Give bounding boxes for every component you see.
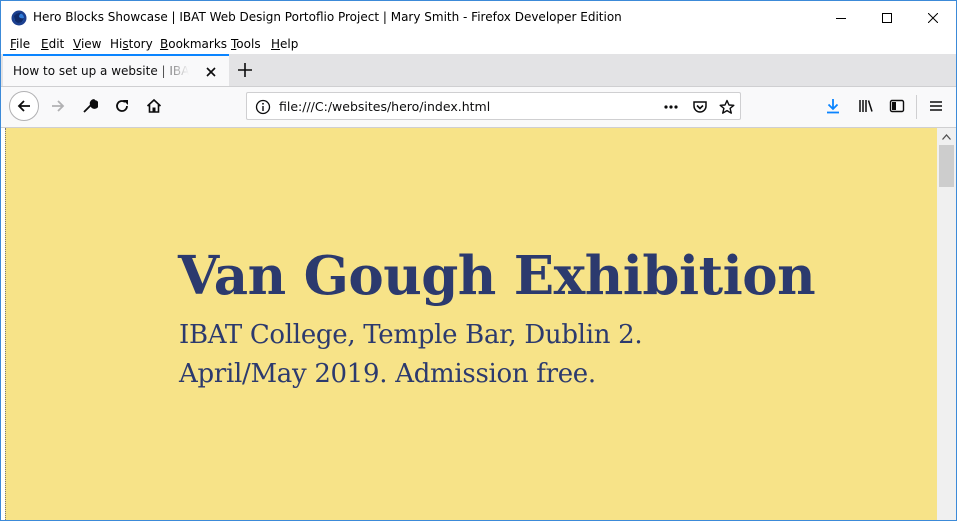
wrench-icon (83, 99, 98, 113)
back-arrow-icon (17, 100, 30, 112)
home-button[interactable] (144, 96, 164, 116)
url-bar[interactable]: file:///C:/websites/hero/index.html (246, 92, 741, 120)
star-icon (719, 99, 735, 114)
more-dots-icon (664, 105, 678, 109)
menu-edit[interactable]: Edit (41, 37, 64, 51)
pocket-icon (693, 101, 707, 113)
info-icon[interactable] (255, 99, 271, 115)
maximize-icon (882, 12, 892, 23)
page-actions-button[interactable] (662, 98, 680, 116)
download-arrow-icon (827, 99, 839, 114)
reload-button[interactable] (112, 96, 132, 116)
close-icon (928, 12, 938, 23)
hero-title: Van Gough Exhibition (178, 245, 816, 307)
home-icon (146, 98, 162, 113)
downloads-button[interactable] (823, 96, 843, 116)
menu-history[interactable]: History (110, 37, 153, 51)
vertical-scrollbar[interactable] (937, 128, 956, 520)
menu-view[interactable]: View (73, 37, 101, 51)
tab-active[interactable]: How to set up a website | IBAT Portfolio (3, 54, 229, 86)
bookmark-star-button[interactable] (718, 98, 736, 116)
back-button[interactable] (9, 91, 39, 121)
toolbar-separator (916, 95, 917, 119)
pocket-button[interactable] (691, 98, 709, 116)
menu-tools[interactable]: Tools (231, 37, 261, 51)
sidebar-icon (889, 99, 905, 113)
navigation-toolbar: file:///C:/websites/hero/index.html (1, 87, 956, 128)
open-menu-button[interactable] (926, 96, 946, 116)
chevron-up-icon (942, 133, 951, 140)
forward-arrow-icon (52, 100, 65, 112)
tab-strip: How to set up a website | IBAT Portfolio (1, 54, 956, 87)
browser-window: Hero Blocks Showcase | IBAT Web Design P… (0, 0, 957, 521)
firefox-developer-edition-icon (11, 10, 27, 26)
url-text[interactable]: file:///C:/websites/hero/index.html (279, 99, 490, 114)
window-title: Hero Blocks Showcase | IBAT Web Design P… (33, 10, 622, 24)
minimize-icon (836, 17, 846, 19)
reload-icon (116, 100, 128, 112)
library-button[interactable] (856, 96, 876, 116)
scroll-thumb[interactable] (939, 145, 954, 187)
title-bar: Hero Blocks Showcase | IBAT Web Design P… (1, 1, 956, 34)
page-content-hero: Van Gough Exhibition IBAT College, Templ… (5, 128, 937, 520)
customize-wrench-button[interactable] (80, 96, 100, 116)
hamburger-menu-icon (930, 101, 942, 111)
menu-help[interactable]: Help (271, 37, 298, 51)
hero-date-line: April/May 2019. Admission free. (179, 359, 596, 389)
scroll-up-button[interactable] (937, 128, 956, 145)
hero-location-line: IBAT College, Temple Bar, Dublin 2. (179, 320, 643, 350)
minimize-button[interactable] (818, 1, 864, 34)
forward-button[interactable] (48, 96, 68, 116)
tab-close-icon[interactable] (203, 64, 219, 80)
maximize-button[interactable] (864, 1, 910, 34)
menu-bar: File Edit View History Bookmarks Tools H… (1, 34, 956, 54)
close-button[interactable] (910, 1, 956, 34)
library-icon (859, 100, 873, 112)
tab-label: How to set up a website | IBAT Portfolio (13, 64, 189, 78)
menu-file[interactable]: File (10, 37, 30, 51)
sidebar-toggle-button[interactable] (887, 96, 907, 116)
new-tab-plus-icon[interactable] (235, 60, 255, 80)
menu-bookmarks[interactable]: Bookmarks (160, 37, 227, 51)
